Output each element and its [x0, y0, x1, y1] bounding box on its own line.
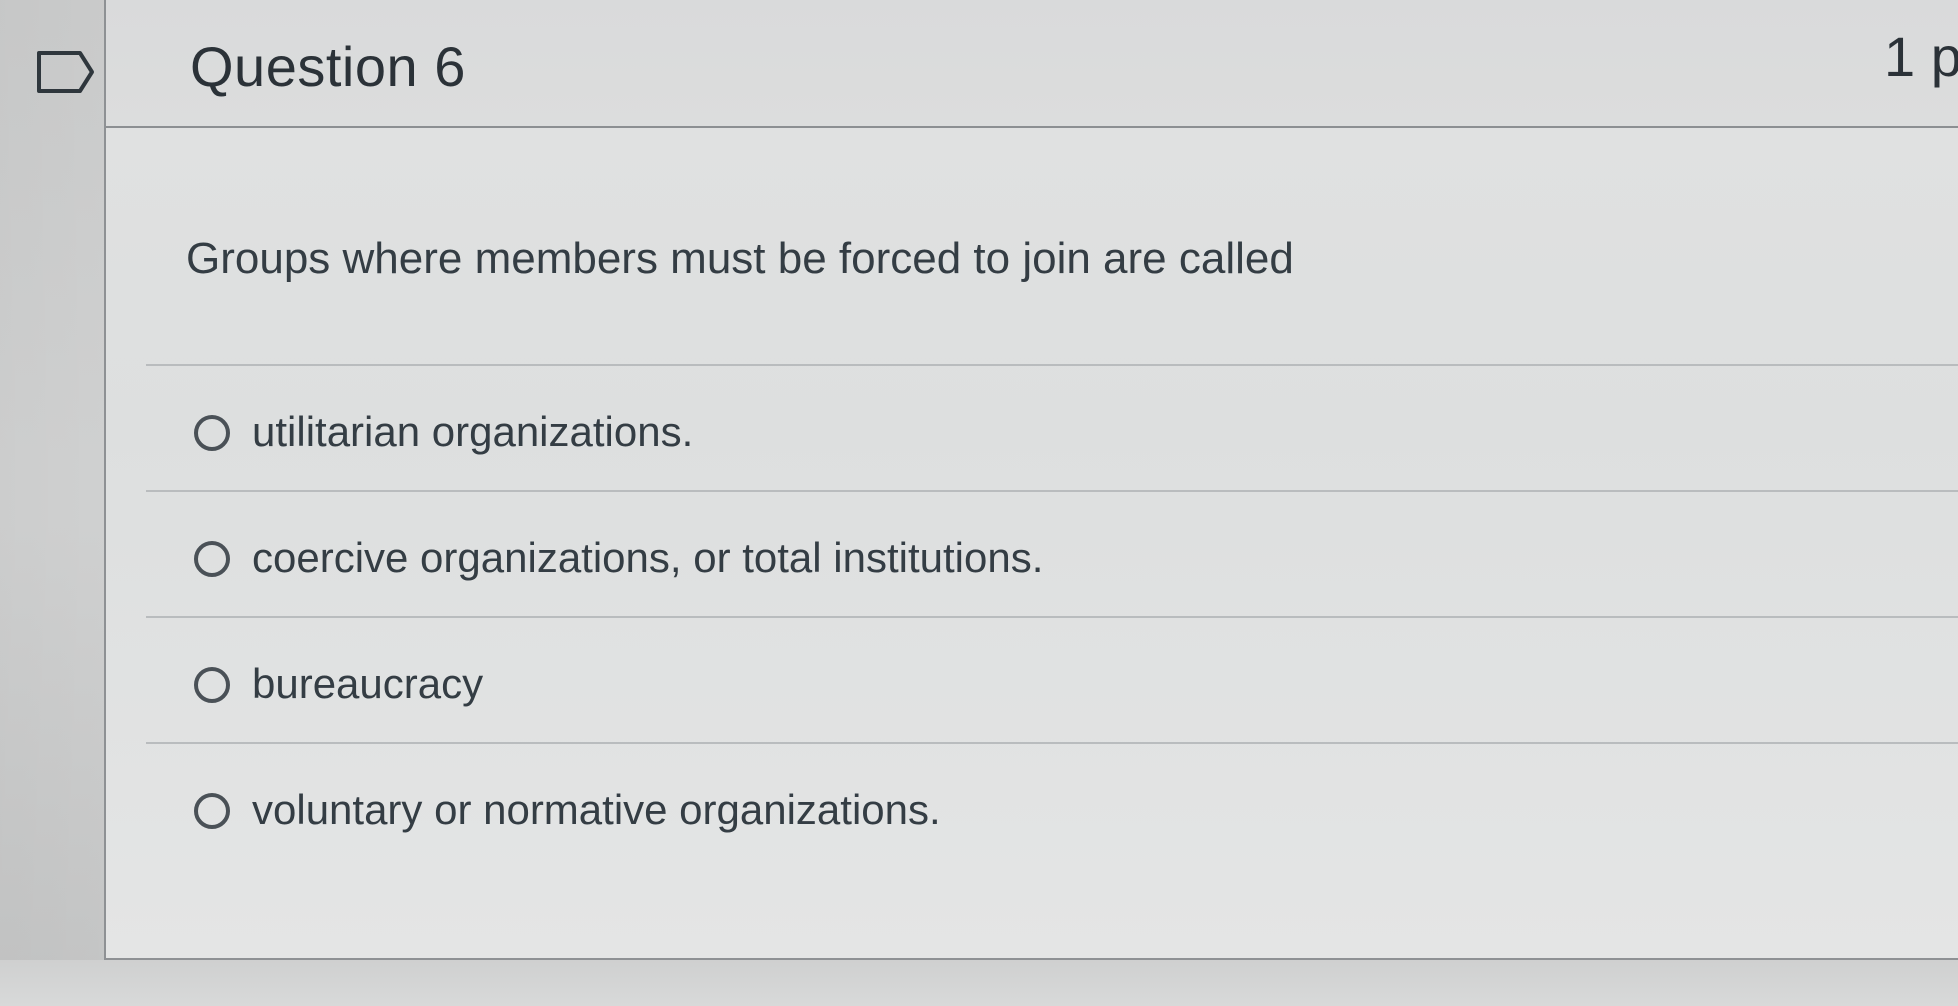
- question-header: Question 6 1 p: [106, 0, 1958, 128]
- answer-list: utilitarian organizations. coercive orga…: [146, 364, 1958, 868]
- flag-question-icon[interactable]: [36, 50, 96, 94]
- answer-label[interactable]: bureaucracy: [252, 660, 483, 708]
- answer-label[interactable]: voluntary or normative organizations.: [252, 786, 941, 834]
- question-card: Question 6 1 p Groups where members must…: [104, 0, 1958, 960]
- radio-button-icon[interactable]: [194, 415, 230, 451]
- question-text: Groups where members must be forced to j…: [186, 234, 1294, 283]
- answer-option-3[interactable]: bureaucracy: [146, 616, 1958, 742]
- radio-button-icon[interactable]: [194, 793, 230, 829]
- radio-button-icon[interactable]: [194, 667, 230, 703]
- answer-option-1[interactable]: utilitarian organizations.: [146, 364, 1958, 490]
- answer-label[interactable]: utilitarian organizations.: [252, 408, 693, 456]
- radio-button-icon[interactable]: [194, 541, 230, 577]
- question-title: Question 6: [190, 35, 466, 98]
- answer-label[interactable]: coercive organizations, or total institu…: [252, 534, 1043, 582]
- answer-option-2[interactable]: coercive organizations, or total institu…: [146, 490, 1958, 616]
- page-background-strip: [0, 960, 1958, 1006]
- question-points: 1 p: [1884, 25, 1958, 88]
- answer-option-4[interactable]: voluntary or normative organizations.: [146, 742, 1958, 868]
